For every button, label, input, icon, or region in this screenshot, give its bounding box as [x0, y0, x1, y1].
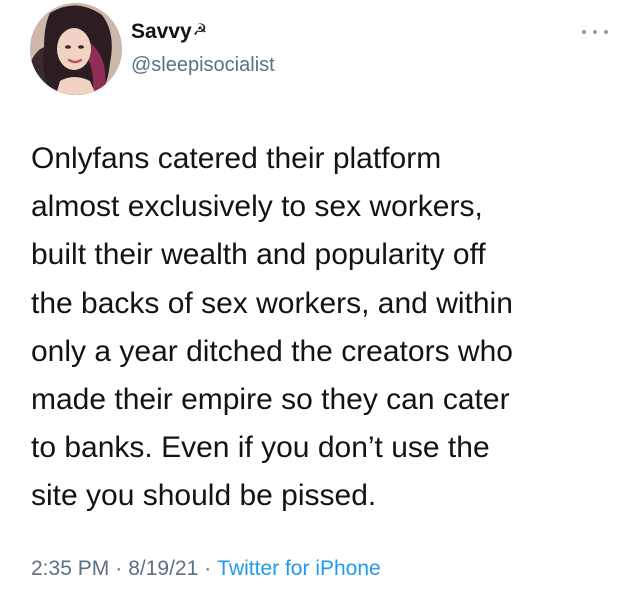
tweet-text: Onlyfans catered their platform almost e… [31, 142, 513, 513]
avatar-image [30, 3, 122, 95]
separator: · [204, 557, 212, 580]
more-horizontal-icon [604, 30, 608, 34]
more-horizontal-icon [582, 30, 586, 34]
display-name-text: Savvy [131, 20, 192, 43]
tweet-card: Savvy☭ @sleepisocialist Onlyfans catered… [0, 0, 640, 589]
avatar[interactable] [30, 3, 122, 95]
more-options-button[interactable] [582, 24, 608, 40]
tweet-time[interactable]: 2:35 PM [31, 557, 109, 580]
tweet-source-link[interactable]: Twitter for iPhone [217, 557, 380, 580]
separator: · [115, 557, 123, 580]
tweet-metadata: 2:35 PM · 8/19/21 · Twitter for iPhone [31, 555, 381, 583]
display-name[interactable]: Savvy☭ [131, 19, 207, 47]
hammer-sickle-icon: ☭ [192, 22, 208, 39]
more-horizontal-icon [593, 30, 597, 34]
tweet-date[interactable]: 8/19/21 [128, 557, 198, 580]
user-handle[interactable]: @sleepisocialist [131, 52, 275, 78]
